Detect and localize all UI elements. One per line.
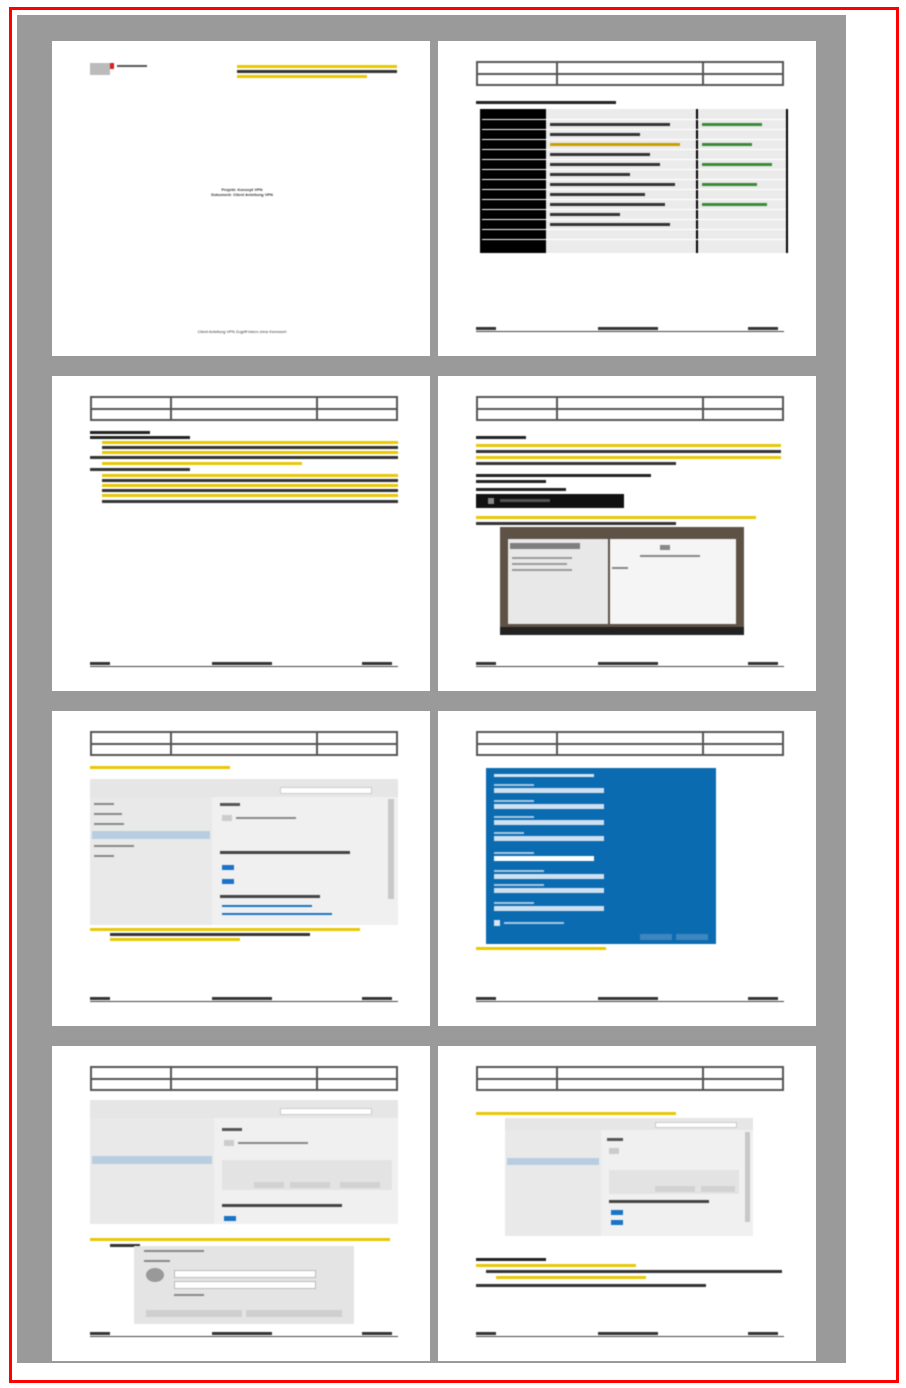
page-thumbnail-5[interactable] xyxy=(52,711,430,1026)
page-header-done xyxy=(476,1066,784,1091)
page-header-connect xyxy=(90,1066,398,1091)
page-header-contents xyxy=(90,396,398,421)
revision-table xyxy=(480,109,788,253)
page-thumbnail-1[interactable]: Projekt: Konzept VPN Dokument: Client An… xyxy=(52,41,430,356)
cover-footer: Client Anleitung VPN Zugriff intern ohne… xyxy=(197,329,287,334)
logo-mark xyxy=(110,63,114,69)
page-header-dialog xyxy=(476,731,784,756)
cover-title: Projekt: Konzept VPN Dokument: Client An… xyxy=(211,187,273,197)
screenshot-vpn-final xyxy=(505,1118,753,1236)
page-thumbnail-7[interactable] xyxy=(52,1046,430,1361)
page-thumbnail-8[interactable] xyxy=(438,1046,816,1361)
screenshot-vpn-connected xyxy=(90,1100,398,1224)
page-thumbnail-3[interactable] xyxy=(52,376,430,691)
screenshot-vpn-settings xyxy=(90,779,398,925)
page-thumbnail-4[interactable] xyxy=(438,376,816,691)
logo xyxy=(90,63,110,75)
page-header-intro xyxy=(476,396,784,421)
page-header-settings xyxy=(90,731,398,756)
screenshot-start-menu xyxy=(476,494,624,508)
screenshot-login-dialog xyxy=(134,1246,354,1324)
page-header-table xyxy=(476,61,784,86)
user-avatar-icon xyxy=(146,1268,164,1282)
page-thumbnail-2[interactable] xyxy=(438,41,816,356)
screenshot-vpn-connect xyxy=(500,527,744,635)
screenshot-add-vpn-dialog xyxy=(486,768,716,944)
page-thumbnail-6[interactable] xyxy=(438,711,816,1026)
